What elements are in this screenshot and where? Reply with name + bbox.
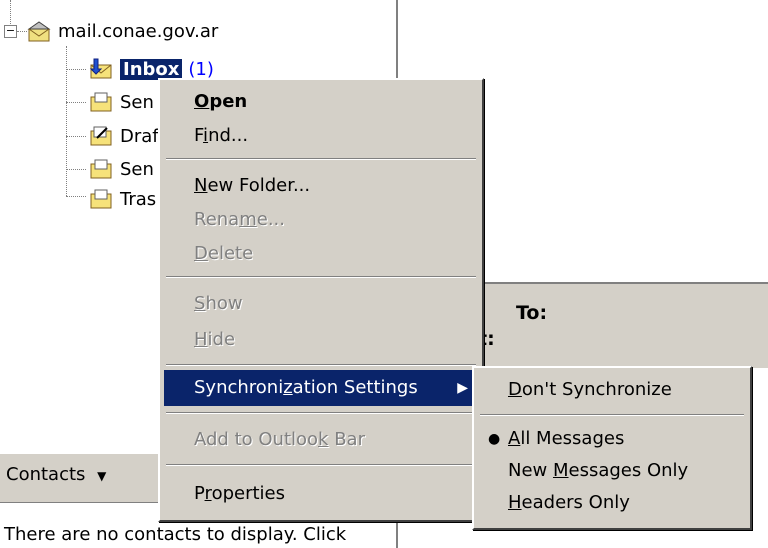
folder-icon (90, 92, 112, 112)
contacts-empty-text: There are no contacts to display. Click (4, 524, 347, 545)
inbox-unread-count: (1) (188, 58, 214, 80)
folder-icon (90, 189, 112, 209)
inbox-icon (89, 58, 112, 79)
menu-item-new-folder[interactable]: New Folder... (164, 168, 478, 204)
contacts-label: Contacts (6, 464, 86, 485)
mail-server-icon (27, 21, 51, 42)
folder-label: Sen (120, 158, 154, 180)
submenu-arrow-icon: ▶ (457, 380, 468, 396)
folder-label: Tras (120, 188, 157, 210)
tree-root-label: mail.conae.gov.ar (58, 20, 219, 42)
folder-drafts[interactable]: Draf (88, 119, 159, 153)
folder-label: Draf (120, 125, 159, 147)
tree-line (66, 136, 86, 137)
submenu-item-dont-synchronize[interactable]: Don't Synchronize (478, 372, 746, 408)
menu-separator (166, 364, 476, 366)
menu-item-synchronization-settings[interactable]: Synchronization Settings ▶ (164, 370, 478, 406)
menu-separator (480, 414, 744, 416)
tree-line (66, 196, 86, 197)
folder-trash[interactable]: Tras (88, 182, 156, 216)
tree-line (66, 169, 86, 170)
inbox-label: Inbox (120, 58, 183, 80)
submenu-item-new-messages-only[interactable]: New Messages Only (478, 456, 746, 486)
menu-item-properties[interactable]: Properties (164, 476, 478, 512)
chevron-down-icon: ▼ (97, 469, 107, 483)
sync-settings-submenu: Don't Synchronize ● All Messages New Mess… (472, 366, 752, 530)
drafts-icon (90, 126, 112, 146)
menu-item-rename: Rename... (194, 209, 286, 230)
menu-separator (166, 158, 476, 160)
tree-root-mail-server[interactable]: mail.conae.gov.ar (26, 14, 218, 48)
tree-line (66, 102, 86, 103)
selected-bullet-icon: ● (488, 431, 501, 447)
menu-separator (166, 276, 476, 278)
menu-item-hide: Hide (194, 329, 236, 350)
menu-item-show: Show (194, 293, 243, 314)
submenu-item-all-messages[interactable]: ● All Messages (478, 424, 746, 454)
folder-context-menu: Open Find... New Folder... Rename... Del… (158, 78, 484, 522)
to-label: To: (516, 302, 548, 324)
menu-item-open[interactable]: Open (164, 84, 478, 120)
menu-item-delete: Delete (194, 243, 254, 264)
submenu-item-headers-only[interactable]: Headers Only (478, 488, 746, 518)
folder-sent[interactable]: Sen (88, 152, 154, 186)
contacts-dropdown[interactable]: Contacts ▼ (6, 464, 106, 485)
menu-item-add-to-outlook-bar: Add to Outlook Bar (194, 429, 365, 450)
folder-sent-items[interactable]: Sen (88, 85, 154, 119)
tree-line (10, 0, 11, 26)
tree-line (66, 69, 86, 70)
collapse-icon[interactable]: − (4, 25, 17, 38)
menu-separator (166, 412, 476, 414)
menu-item-find[interactable]: Find... (164, 118, 478, 154)
folder-label: Sen (120, 91, 154, 113)
folder-icon (90, 159, 112, 179)
menu-separator (166, 464, 476, 466)
